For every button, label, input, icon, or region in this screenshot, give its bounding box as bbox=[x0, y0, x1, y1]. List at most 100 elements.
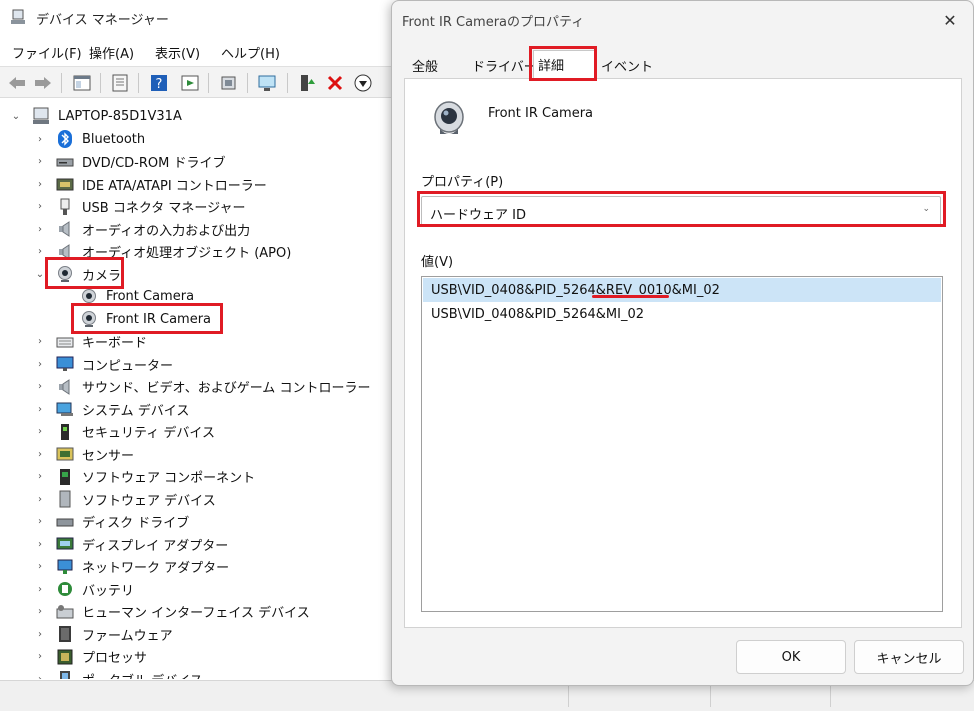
ok-button[interactable]: OK bbox=[736, 640, 846, 674]
uninstall-icon[interactable] bbox=[323, 71, 347, 95]
tree-item[interactable]: › IDE ATA/ATAPI コントローラー bbox=[34, 173, 267, 195]
tree-item-label: サウンド、ビデオ、およびゲーム コントローラー bbox=[82, 381, 371, 396]
chevron-right-icon[interactable]: › bbox=[34, 404, 46, 415]
chevron-right-icon[interactable]: › bbox=[34, 179, 46, 190]
sensor-icon bbox=[56, 445, 74, 463]
forward-icon[interactable] bbox=[31, 71, 55, 95]
chevron-right-icon[interactable]: › bbox=[34, 606, 46, 617]
tree-item[interactable]: › Bluetooth bbox=[34, 128, 145, 150]
cancel-button[interactable]: キャンセル bbox=[854, 640, 964, 674]
network-adapter-icon bbox=[56, 558, 74, 576]
chevron-right-icon[interactable]: › bbox=[34, 381, 46, 392]
firmware-icon bbox=[56, 625, 74, 643]
details-panel: Front IR Camera プロパティ(P) ハードウェア ID ⌄ 値(V… bbox=[404, 78, 962, 628]
system-device-icon bbox=[56, 400, 74, 418]
disk-drive-icon bbox=[56, 513, 74, 531]
back-icon[interactable] bbox=[5, 71, 29, 95]
chevron-right-icon[interactable]: › bbox=[34, 494, 46, 505]
tree-item-label: キーボード bbox=[82, 336, 148, 351]
tab-events[interactable]: イベント bbox=[597, 52, 657, 78]
value-label: 値(V) bbox=[421, 255, 454, 270]
device-properties-icon[interactable] bbox=[108, 71, 132, 95]
chevron-right-icon[interactable]: › bbox=[34, 449, 46, 460]
value-row-hardware-id-rev[interactable]: USB\VID_0408&PID_5264&REV_0010&MI_02 bbox=[423, 278, 941, 302]
tree-item[interactable]: › USB コネクタ マネージャー bbox=[34, 196, 246, 218]
tab-general[interactable]: 全般 bbox=[408, 52, 442, 78]
tree-item[interactable]: › オーディオの入力および出力 bbox=[34, 218, 250, 240]
tree-root-computer[interactable]: ⌄ LAPTOP-85D1V31A bbox=[10, 105, 182, 127]
chevron-right-icon[interactable]: › bbox=[34, 629, 46, 640]
tree-item-label: ソフトウェア コンポーネント bbox=[82, 471, 256, 486]
chevron-right-icon[interactable]: › bbox=[34, 674, 46, 680]
tree-item[interactable]: › ディスプレイ アダプター bbox=[34, 533, 228, 555]
chevron-right-icon[interactable]: › bbox=[34, 516, 46, 527]
chevron-right-icon[interactable]: › bbox=[34, 246, 46, 257]
close-icon[interactable]: ✕ bbox=[935, 7, 965, 33]
computer-root-icon bbox=[32, 107, 50, 125]
chevron-right-icon[interactable]: › bbox=[34, 201, 46, 212]
scan-hardware-icon[interactable] bbox=[255, 71, 279, 95]
tree-item[interactable]: › プロセッサ bbox=[34, 646, 147, 668]
chevron-right-icon[interactable]: › bbox=[34, 561, 46, 572]
value-row-hardware-id[interactable]: USB\VID_0408&PID_5264&MI_02 bbox=[423, 302, 941, 326]
tree-item[interactable]: › ディスク ドライブ bbox=[34, 511, 189, 533]
tree-item-label: Front Camera bbox=[106, 289, 195, 304]
tree-item[interactable]: › ネットワーク アダプター bbox=[34, 556, 229, 578]
tree-item[interactable]: › ファームウェア bbox=[34, 623, 173, 645]
tree-item-label: IDE ATA/ATAPI コントローラー bbox=[82, 178, 267, 194]
svg-text:?: ? bbox=[156, 77, 163, 92]
tree-item-label: ディスプレイ アダプター bbox=[82, 538, 229, 554]
add-driver-icon[interactable] bbox=[295, 71, 319, 95]
keyboard-icon bbox=[56, 333, 74, 351]
processor-icon bbox=[56, 648, 74, 666]
tree-item-label: ポータブル デバイス bbox=[82, 670, 203, 680]
tree-item[interactable]: › ポータブル デバイス bbox=[34, 668, 203, 679]
tree-item-label: セキュリティ デバイス bbox=[82, 426, 215, 441]
toolbar-separator bbox=[247, 73, 248, 93]
tree-item[interactable]: › バッテリ bbox=[34, 578, 134, 600]
chevron-right-icon[interactable]: › bbox=[34, 539, 46, 550]
tree-item[interactable]: › セキュリティ デバイス bbox=[34, 421, 215, 443]
menu-file[interactable]: ファイル(F) bbox=[12, 43, 82, 62]
chevron-right-icon[interactable]: › bbox=[34, 426, 46, 437]
chevron-right-icon[interactable]: › bbox=[34, 134, 46, 145]
tree-item[interactable]: › DVD/CD-ROM ドライブ bbox=[34, 151, 225, 173]
tree-item[interactable]: › ソフトウェア コンポーネント bbox=[34, 466, 255, 488]
menu-view[interactable]: 表示(V) bbox=[155, 43, 200, 62]
dialog-title: Front IR Cameraのプロパティ bbox=[402, 15, 585, 30]
tree-item[interactable]: › ソフトウェア デバイス bbox=[34, 488, 216, 510]
toolbar-separator bbox=[61, 73, 62, 93]
tree-item-label: センサー bbox=[82, 448, 135, 464]
tree-item-label: オーディオの入力および出力 bbox=[82, 223, 251, 239]
ide-controller-icon bbox=[56, 175, 74, 193]
menu-help[interactable]: ヘルプ(H) bbox=[221, 43, 280, 62]
chevron-down-icon[interactable]: ⌄ bbox=[10, 111, 22, 122]
hid-icon bbox=[56, 603, 74, 621]
tree-item[interactable]: › センサー bbox=[34, 443, 134, 465]
chevron-right-icon[interactable]: › bbox=[34, 359, 46, 370]
tree-item-label: ソフトウェア デバイス bbox=[82, 493, 216, 509]
properties-view-icon[interactable] bbox=[70, 71, 94, 95]
menu-action[interactable]: 操作(A) bbox=[89, 43, 134, 62]
tree-item[interactable]: › サウンド、ビデオ、およびゲーム コントローラー bbox=[34, 376, 370, 398]
toolbar-separator bbox=[208, 73, 209, 93]
annotation-details-tab bbox=[529, 46, 597, 81]
chevron-right-icon[interactable]: › bbox=[34, 336, 46, 347]
chevron-right-icon[interactable]: › bbox=[34, 651, 46, 662]
camera-icon bbox=[431, 99, 467, 135]
update-driver-icon[interactable] bbox=[217, 71, 241, 95]
tree-item[interactable]: › ヒューマン インターフェイス デバイス bbox=[34, 601, 310, 623]
show-hidden-icon[interactable] bbox=[178, 71, 202, 95]
tree-item[interactable]: › コンピューター bbox=[34, 353, 173, 375]
usb-connector-icon bbox=[56, 198, 74, 216]
tree-item-label: ファームウェア bbox=[82, 628, 173, 644]
chevron-right-icon[interactable]: › bbox=[34, 584, 46, 595]
download-icon[interactable] bbox=[351, 71, 375, 95]
help-icon[interactable]: ? bbox=[147, 71, 171, 95]
tree-item[interactable]: › システム デバイス bbox=[34, 398, 189, 420]
chevron-right-icon[interactable]: › bbox=[34, 471, 46, 482]
software-component-icon bbox=[56, 468, 74, 486]
device-manager-app-icon bbox=[10, 9, 26, 25]
chevron-right-icon[interactable]: › bbox=[34, 224, 46, 235]
chevron-right-icon[interactable]: › bbox=[34, 156, 46, 167]
